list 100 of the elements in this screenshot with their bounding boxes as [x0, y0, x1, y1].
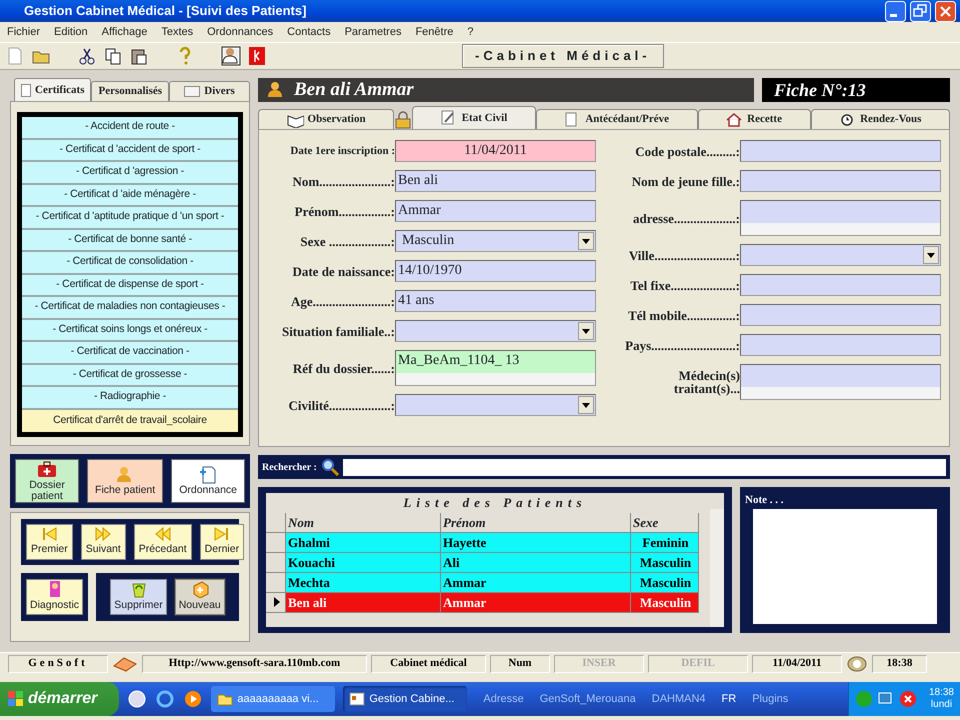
restore-button[interactable] [910, 0, 931, 22]
window-title: Gestion Cabinet Médical - [Suivi des Patients] [24, 2, 308, 20]
certificate-item[interactable]: - Radiographie - [22, 387, 238, 410]
toolbar-label[interactable]: GenSoft_Merouana [540, 690, 636, 708]
status-text: Cabinet médical [371, 654, 486, 672]
table-cell: Ben ali [286, 592, 441, 612]
tab[interactable]: Etat Civil [412, 106, 536, 129]
input-field[interactable] [740, 170, 941, 192]
menu-item[interactable]: Affichage [94, 24, 154, 40]
dropdown-arrow-icon[interactable] [582, 328, 590, 334]
scrollbar[interactable] [741, 387, 940, 399]
menu-item[interactable]: Ordonnances [200, 24, 280, 40]
input-field[interactable]: Ben ali [395, 170, 596, 192]
input-field[interactable]: Ammar [395, 200, 596, 222]
certificate-item[interactable]: - Certificat d 'agression - [22, 162, 238, 184]
toolbar-label[interactable]: FR [722, 690, 736, 708]
dropdown-arrow-icon[interactable] [582, 238, 590, 244]
nav-button[interactable]: Suivant [80, 524, 126, 560]
dropdown-field[interactable]: Masculin [395, 230, 596, 252]
taskbar-button[interactable]: aaaaaaaaaa vi... [211, 686, 336, 712]
certificate-item[interactable]: Certificat d'arrêt de travail_scolaire [22, 410, 238, 432]
nav-button[interactable]: Premier [26, 524, 73, 560]
record-button[interactable]: Supprimer [110, 579, 167, 615]
tab[interactable]: Personnalisés [91, 81, 170, 101]
scrollbar[interactable] [396, 373, 595, 385]
input-field[interactable] [740, 364, 941, 400]
certificate-item[interactable]: - Accident de route - [22, 117, 238, 140]
tab[interactable]: Recette [698, 109, 811, 129]
certificate-item[interactable]: - Certificat de maladies non contagieuses - [22, 297, 238, 320]
app-icon[interactable] [127, 689, 148, 709]
nav-button[interactable]: Précedant [134, 524, 192, 560]
input-field[interactable]: 41 ans [395, 290, 596, 312]
certificate-item[interactable]: - Certificat d 'aptitude pratique d 'un sport - [22, 207, 238, 230]
tab[interactable]: Divers [169, 81, 250, 101]
tab[interactable]: Observation [258, 109, 394, 129]
certificate-item[interactable]: - Certificat de bonne santé - [22, 230, 238, 252]
field-label: Pays..........................: [624, 338, 740, 352]
input-field[interactable]: 14/10/1970 [395, 260, 596, 282]
minimize-button[interactable] [885, 0, 906, 22]
scissors-icon[interactable] [77, 46, 97, 66]
search-field[interactable] [342, 458, 946, 476]
status-text: Http://www.gensoft-sara.110mb.com [142, 654, 367, 672]
dropdown-field[interactable] [395, 320, 596, 342]
input-field[interactable] [740, 334, 941, 356]
certificate-item[interactable]: - Certificat soins longs et onéreux - [22, 320, 238, 342]
browser-icon[interactable] [155, 689, 176, 709]
dropdown-field[interactable] [395, 394, 596, 416]
toolbar-label[interactable]: DAHMAN4 [652, 690, 706, 708]
note-field[interactable] [753, 508, 937, 624]
field-label: Civilité...................: [287, 398, 395, 412]
scrollbar[interactable] [741, 223, 940, 235]
certificate-item[interactable]: - Certificat de consolidation - [22, 252, 238, 274]
field-label: Date 1ere inscription : [289, 146, 395, 156]
dropdown-field[interactable] [740, 244, 941, 266]
table-cell: Ammar [441, 572, 631, 592]
field-label: Date de naissance: [291, 264, 395, 278]
certificate-item[interactable]: - Certificat d 'aide ménagère - [22, 184, 238, 207]
input-field[interactable] [740, 140, 941, 162]
record-button[interactable]: Diagnostic [26, 579, 84, 615]
input-field[interactable] [740, 304, 941, 326]
input-field[interactable] [740, 274, 941, 296]
copy-icon[interactable] [103, 46, 123, 66]
input-field[interactable] [740, 200, 941, 236]
certificate-item[interactable]: - Certificat de dispense de sport - [22, 274, 238, 297]
menu-item[interactable]: Fichier [0, 24, 48, 40]
menu-item[interactable]: Edition [47, 24, 95, 40]
menu-item[interactable]: Parametres [338, 24, 408, 40]
certificate-item[interactable]: - Certificat d 'accident de sport - [22, 140, 238, 162]
search-label: Rechercher : [262, 460, 317, 474]
close-button[interactable] [935, 0, 956, 22]
input-field[interactable]: Ma_BeAm_1104_ 13 [395, 350, 596, 386]
start-button[interactable]: démarrer [0, 682, 120, 716]
table-cell: Masculin [631, 592, 699, 612]
dropdown-arrow-icon[interactable] [927, 252, 935, 258]
nav-button[interactable]: Dernier [200, 524, 244, 560]
alert-icon[interactable] [898, 690, 917, 708]
input-field[interactable]: 11/04/2011 [395, 140, 596, 162]
certificate-item[interactable]: - Certificat de grossesse - [22, 364, 238, 387]
menu-item[interactable]: Textes [154, 24, 200, 40]
tab[interactable]: Certificats [14, 78, 92, 101]
certificate-item[interactable]: - Certificat de vaccination - [22, 342, 238, 364]
menu-item[interactable]: Contacts [280, 24, 338, 40]
toolbar-label[interactable]: Plugins [752, 690, 788, 708]
record-button[interactable]: Nouveau [174, 579, 225, 615]
field-label: Sexe ...................: [299, 234, 395, 248]
action-button[interactable]: Dossier patient [15, 459, 80, 503]
document-icon [21, 84, 31, 96]
tab[interactable]: Antécédant/Préve [536, 109, 698, 129]
menu-item[interactable]: Fenêtre [408, 24, 460, 40]
media-player-icon[interactable] [183, 689, 204, 709]
taskbar-button[interactable]: Gestion Cabine... [343, 686, 468, 712]
tab[interactable]: Rendez-Vous [810, 109, 950, 129]
toolbar-label[interactable]: Adresse [483, 690, 524, 708]
scrollbar[interactable] [710, 509, 724, 627]
action-button[interactable]: Fiche patient [87, 459, 164, 503]
medical-case-icon [37, 460, 58, 480]
menu-item[interactable]: ? [460, 24, 480, 40]
action-button[interactable]: Ordonnance [171, 459, 246, 503]
dropdown-arrow-icon[interactable] [582, 402, 590, 408]
row-indicator[interactable] [266, 592, 286, 612]
